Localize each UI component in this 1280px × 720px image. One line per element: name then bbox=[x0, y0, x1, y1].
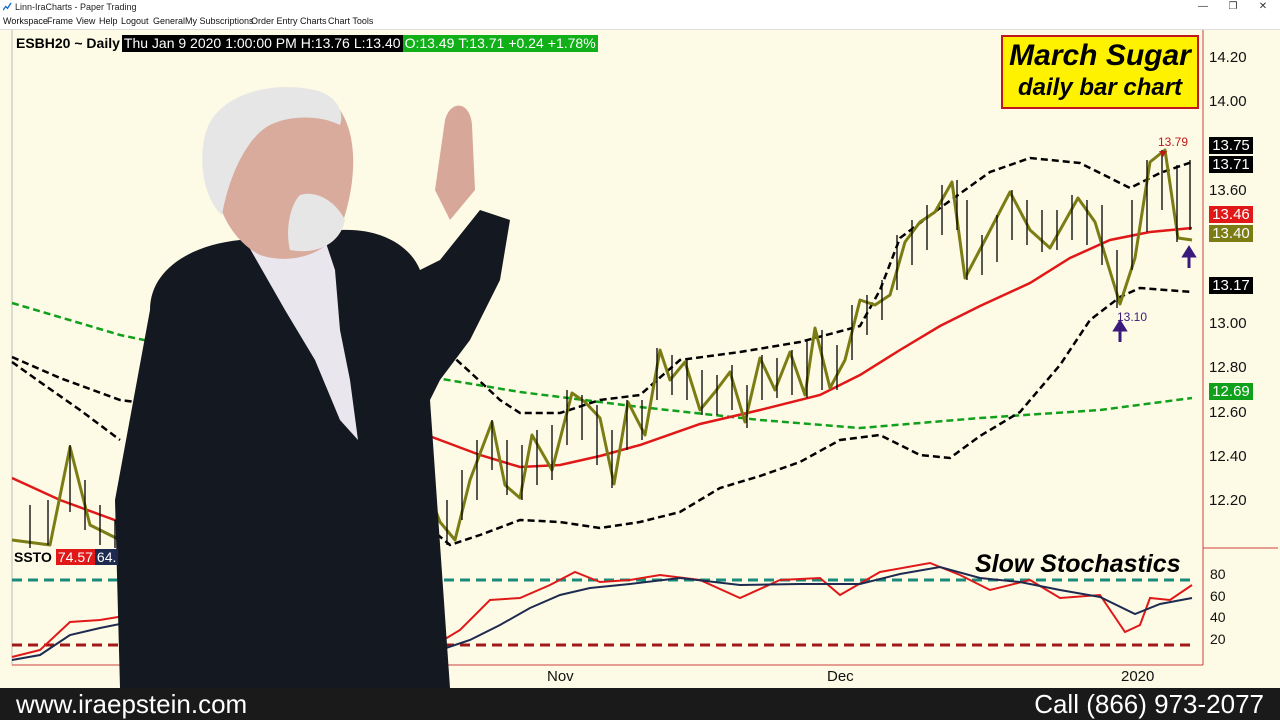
stochastics-title: Slow Stochastics bbox=[975, 550, 1181, 578]
website-url: www.iraepstein.com bbox=[16, 689, 248, 719]
menu-logout[interactable]: Logout bbox=[121, 16, 149, 26]
price-tick: 12.40 bbox=[1209, 448, 1247, 465]
price-tick: 12.80 bbox=[1209, 359, 1247, 376]
price-badge-ma-red: 13.46 bbox=[1209, 206, 1253, 223]
close-button[interactable]: ✕ bbox=[1248, 0, 1278, 14]
price-tick: 13.60 bbox=[1209, 182, 1247, 199]
bar-high: H:13.76 bbox=[298, 35, 352, 52]
ssto-value-fast: 74.57 bbox=[55, 549, 95, 565]
menu-help[interactable]: Help bbox=[99, 16, 118, 26]
price-tick: 12.60 bbox=[1209, 404, 1247, 421]
bar-low: L:13.40 bbox=[351, 35, 403, 52]
menu-bar: Workspace Frame View Help Logout General… bbox=[0, 14, 1280, 30]
price-badge-last: 13.71 bbox=[1209, 156, 1253, 173]
bar-open: O:13.49 bbox=[402, 35, 457, 52]
menu-general[interactable]: General bbox=[153, 16, 185, 26]
ssto-value-slow: 64. bbox=[94, 549, 119, 565]
chart-symbol[interactable]: ESBH20 ~ Daily bbox=[14, 35, 122, 52]
time-label: 2020 bbox=[1121, 668, 1155, 685]
price-badge: 13.75 bbox=[1209, 137, 1253, 154]
menu-frame[interactable]: Frame bbox=[47, 16, 73, 26]
menu-chart-tools[interactable]: Chart Tools bbox=[328, 16, 373, 26]
high-annotation: 13.79 bbox=[1158, 135, 1189, 149]
presenter-figure bbox=[115, 87, 510, 688]
buy-arrow-icon bbox=[1112, 319, 1128, 342]
bar-time: 1:00:00 PM bbox=[223, 35, 299, 52]
menu-workspace[interactable]: Workspace bbox=[3, 16, 48, 26]
menu-view[interactable]: View bbox=[76, 16, 95, 26]
bar-last: T:13.71 bbox=[456, 35, 507, 52]
stoch-tick: 60 bbox=[1210, 588, 1226, 604]
stoch-tick: 40 bbox=[1210, 609, 1226, 625]
chart-info-bar: ESBH20 ~ Daily Thu Jan 9 2020 1:00:00 PM H:… bbox=[14, 35, 598, 52]
time-label: Nov bbox=[547, 668, 574, 685]
buy-arrow-icon bbox=[1181, 245, 1197, 268]
chart-title-box: March Sugar daily bar chart bbox=[1001, 35, 1199, 109]
minimize-button[interactable]: — bbox=[1188, 0, 1218, 14]
ssto-legend: SSTO 74.57 64. bbox=[14, 549, 119, 566]
window-titlebar: Linn-IraCharts - Paper Trading — ❐ ✕ bbox=[0, 0, 1280, 14]
price-badge-band-lower: 13.17 bbox=[1209, 277, 1253, 294]
stoch-tick: 20 bbox=[1210, 631, 1226, 647]
menu-my-subscriptions[interactable]: My Subscriptions bbox=[185, 16, 254, 26]
price-tick: 13.00 bbox=[1209, 315, 1247, 332]
menu-order-entry[interactable]: Order Entry bbox=[251, 16, 298, 26]
chart-title: March Sugar bbox=[1009, 39, 1191, 72]
broadcast-footer: www.iraepstein.com Call (866) 973-2077 bbox=[0, 688, 1280, 720]
price-tick: 14.00 bbox=[1209, 93, 1247, 110]
chart-subtitle: daily bar chart bbox=[1017, 74, 1183, 101]
bar-change-pct: +1.78% bbox=[545, 35, 598, 52]
phone-number: Call (866) 973-2077 bbox=[1034, 689, 1264, 719]
ssto-name: SSTO bbox=[14, 549, 52, 565]
bar-change: +0.24 bbox=[506, 35, 546, 52]
stoch-tick: 80 bbox=[1210, 566, 1226, 582]
price-badge-ma-green: 12.69 bbox=[1209, 383, 1253, 400]
price-badge-low: 13.40 bbox=[1209, 225, 1253, 242]
price-tick: 14.20 bbox=[1209, 49, 1247, 66]
price-tick: 12.20 bbox=[1209, 492, 1247, 509]
window-title: Linn-IraCharts - Paper Trading bbox=[15, 2, 137, 12]
menu-charts[interactable]: Charts bbox=[300, 16, 327, 26]
bar-date: Thu Jan 9 2020 bbox=[121, 35, 224, 52]
low-annotation: 13.10 bbox=[1117, 310, 1148, 324]
time-label: Dec bbox=[827, 668, 854, 685]
app-logo-icon bbox=[3, 2, 12, 11]
restore-button[interactable]: ❐ bbox=[1218, 0, 1248, 14]
